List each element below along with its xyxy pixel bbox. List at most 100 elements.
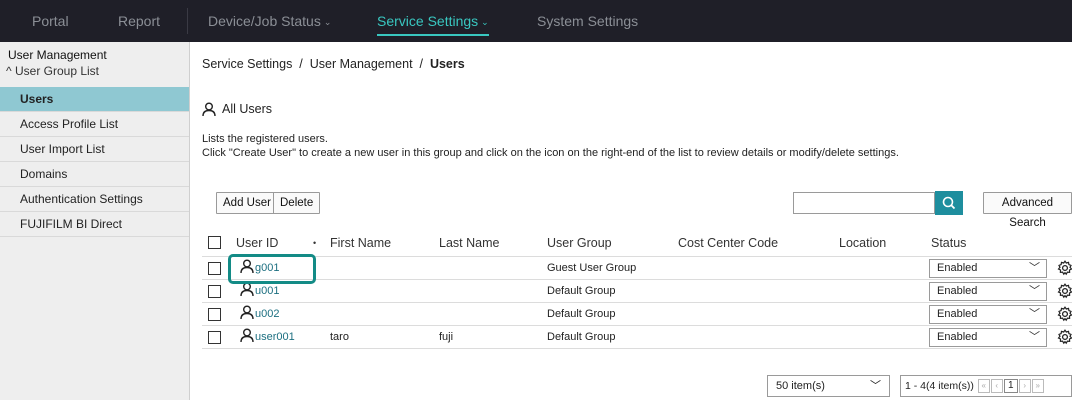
table-header-row: User ID • First Name Last Name User Grou… <box>202 229 1072 257</box>
sidebar-item-user-import-list[interactable]: User Import List <box>0 137 189 162</box>
chevron-down-icon: ﹀ <box>1029 285 1040 297</box>
chevron-down-icon: ﹀ <box>1029 262 1040 274</box>
column-last-name[interactable]: Last Name <box>439 229 499 256</box>
user-group-cell: Default Group <box>547 285 616 297</box>
status-select-value: Enabled <box>937 262 978 274</box>
users-table: User ID • First Name Last Name User Grou… <box>202 229 1072 349</box>
breadcrumb-separator: / <box>419 57 423 71</box>
section-title: All Users <box>202 102 272 117</box>
nav-report[interactable]: Report <box>118 0 160 42</box>
top-nav-bar: Portal Report Device/Job Status ⌄ Service… <box>0 0 1072 42</box>
chevron-down-icon: ﹀ <box>870 380 881 392</box>
breadcrumb: Service Settings / User Management / Use… <box>202 57 465 71</box>
status-select[interactable]: Enabled ﹀ <box>929 282 1047 301</box>
description-line-2: Click "Create User" to create a new user… <box>202 147 899 159</box>
nav-device-job-status[interactable]: Device/Job Status ⌄ <box>208 0 331 42</box>
user-id-label: u002 <box>255 308 280 320</box>
user-id-label: u001 <box>255 285 280 297</box>
chevron-down-icon: ﹀ <box>1029 331 1040 343</box>
user-icon <box>202 102 216 117</box>
user-icon <box>240 305 254 320</box>
gear-icon[interactable] <box>1057 329 1072 345</box>
first-name-cell: taro <box>330 331 349 343</box>
search-input[interactable] <box>793 192 935 214</box>
sidebar-item-users[interactable]: Users <box>0 87 189 112</box>
user-id-label: g001 <box>255 262 280 274</box>
user-icon <box>240 328 254 343</box>
status-select-value: Enabled <box>937 331 978 343</box>
column-user-group[interactable]: User Group <box>547 229 612 256</box>
page-description: Lists the registered users. Click "Creat… <box>202 132 899 160</box>
column-status[interactable]: Status <box>931 229 966 256</box>
table-row: g001 Guest User Group Enabled ﹀ <box>202 257 1072 280</box>
user-icon <box>240 259 254 274</box>
user-id-link[interactable]: u001 <box>240 280 279 302</box>
sort-indicator-icon: • <box>313 238 317 248</box>
status-select-value: Enabled <box>937 285 978 297</box>
sidebar-group-user-group-list[interactable]: ^ User Group List <box>0 62 189 87</box>
nav-divider <box>187 8 188 34</box>
nav-system-settings[interactable]: System Settings <box>537 0 638 42</box>
user-group-cell: Default Group <box>547 331 616 343</box>
prev-page-icon[interactable]: ‹ <box>990 379 1003 394</box>
description-line-1: Lists the registered users. <box>202 133 328 145</box>
chevron-up-icon: ^ <box>6 64 12 78</box>
nav-service-settings[interactable]: Service Settings ⌄ <box>377 0 489 42</box>
last-name-cell: fuji <box>439 331 454 343</box>
delete-button[interactable]: Delete <box>273 192 321 214</box>
items-per-page-value: 50 item(s) <box>776 380 825 392</box>
user-id-link[interactable]: user001 <box>240 326 295 348</box>
nav-device-job-status-label: Device/Job Status <box>208 13 321 29</box>
nav-service-settings-label: Service Settings <box>377 13 479 29</box>
table-row: u002 Default Group Enabled ﹀ <box>202 303 1072 326</box>
sidebar-item-access-profile-list[interactable]: Access Profile List <box>0 112 189 137</box>
sidebar: User Management ^ User Group List Users … <box>0 42 190 400</box>
user-id-label: user001 <box>255 331 295 343</box>
breadcrumb-user-management[interactable]: User Management <box>310 57 413 71</box>
table-row: u001 Default Group Enabled ﹀ <box>202 280 1072 303</box>
gear-icon[interactable] <box>1057 260 1072 276</box>
breadcrumb-separator: / <box>299 57 303 71</box>
sidebar-item-authentication-settings[interactable]: Authentication Settings <box>0 187 189 212</box>
main-content: Service Settings / User Management / Use… <box>190 42 1072 400</box>
sidebar-item-domains[interactable]: Domains <box>0 162 189 187</box>
add-user-button[interactable]: Add User <box>216 192 278 214</box>
column-location[interactable]: Location <box>839 229 886 256</box>
sidebar-group-label: User Group List <box>14 64 100 78</box>
last-page-icon[interactable]: » <box>1031 379 1044 394</box>
pagination: 1 - 4(4 item(s)) «‹ 1 ›» <box>900 375 1072 397</box>
column-first-name[interactable]: First Name <box>330 229 391 256</box>
nav-portal[interactable]: Portal <box>32 0 69 42</box>
row-checkbox[interactable] <box>208 308 221 321</box>
status-select[interactable]: Enabled ﹀ <box>929 305 1047 324</box>
breadcrumb-current: Users <box>429 57 465 71</box>
row-checkbox[interactable] <box>208 331 221 344</box>
status-select[interactable]: Enabled ﹀ <box>929 259 1047 278</box>
items-per-page-select[interactable]: 50 item(s) ﹀ <box>767 375 890 397</box>
status-select[interactable]: Enabled ﹀ <box>929 328 1047 347</box>
row-checkbox[interactable] <box>208 285 221 298</box>
column-user-id[interactable]: User ID <box>236 229 278 256</box>
search-icon <box>942 196 956 210</box>
current-page[interactable]: 1 <box>1003 379 1018 394</box>
chevron-down-icon: ⌄ <box>481 17 489 28</box>
search-button[interactable] <box>935 191 963 215</box>
sidebar-item-fujifilm-bi-direct[interactable]: FUJIFILM BI Direct <box>0 212 189 237</box>
row-checkbox[interactable] <box>208 262 221 275</box>
user-id-link[interactable]: g001 <box>240 257 279 279</box>
gear-icon[interactable] <box>1057 306 1072 322</box>
breadcrumb-service-settings[interactable]: Service Settings <box>202 57 292 71</box>
advanced-search-button[interactable]: Advanced Search <box>983 192 1072 229</box>
first-page-icon[interactable]: « <box>977 379 990 394</box>
sidebar-header: User Management <box>8 48 107 62</box>
pagination-range: 1 - 4(4 item(s)) <box>905 380 974 392</box>
next-page-icon[interactable]: › <box>1018 379 1031 394</box>
user-id-link[interactable]: u002 <box>240 303 279 325</box>
column-cost-center-code[interactable]: Cost Center Code <box>678 229 778 256</box>
user-group-cell: Default Group <box>547 308 616 320</box>
section-title-label: All Users <box>222 102 273 116</box>
gear-icon[interactable] <box>1057 283 1072 299</box>
user-group-cell: Guest User Group <box>547 262 637 274</box>
status-select-value: Enabled <box>937 308 978 320</box>
select-all-checkbox[interactable] <box>208 236 221 249</box>
